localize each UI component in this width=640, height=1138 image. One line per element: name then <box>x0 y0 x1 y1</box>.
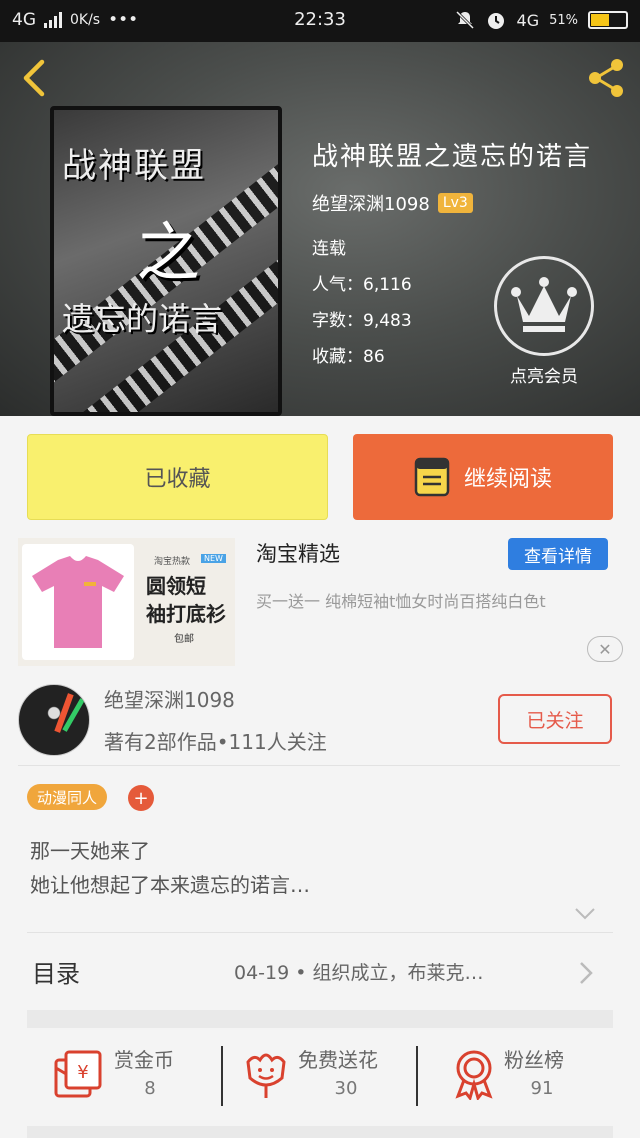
divider <box>416 1046 418 1106</box>
book-cover[interactable]: 战神联盟 之 遗忘的诺言 <box>50 106 282 416</box>
ad-image-line1: 圆领短 <box>146 574 206 598</box>
book-header: 战神联盟 之 遗忘的诺言 战神联盟之遗忘的诺言 绝望深渊1098 Lv3 连载 … <box>0 42 640 416</box>
favorite-count: 收藏：86 <box>312 347 385 367</box>
medal-icon <box>455 1050 493 1100</box>
serial-status: 连载 <box>312 239 346 259</box>
ad-title: 淘宝精选 <box>256 542 340 566</box>
section-separator <box>27 1126 613 1138</box>
author-line: 绝望深渊1098 Lv3 <box>312 190 473 216</box>
continue-reading-button[interactable]: 继续阅读 <box>353 434 613 520</box>
section-separator <box>27 1010 613 1028</box>
book-title: 战神联盟之遗忘的诺言 <box>312 142 593 172</box>
ad-description[interactable]: 买一送一 纯棉短袖t恤女时尚百搭纯白色t <box>256 588 616 616</box>
network-indicator-right: 4G <box>516 10 540 30</box>
battery-icon <box>588 11 628 29</box>
vip-label: 点亮会员 <box>510 367 578 387</box>
flower-icon <box>246 1053 286 1098</box>
continue-reading-label: 继续阅读 <box>463 467 552 492</box>
share-button[interactable] <box>582 54 630 102</box>
vip-button[interactable] <box>494 256 594 356</box>
chevron-down-icon <box>575 908 595 920</box>
fan-ranking-button[interactable]: 粉丝榜 91 <box>448 1044 598 1108</box>
back-button[interactable] <box>16 58 56 98</box>
book-icon <box>414 457 450 497</box>
add-tag-button[interactable]: + <box>128 785 154 811</box>
tag-pill[interactable]: 动漫同人 <box>27 784 108 810</box>
follow-button[interactable]: 已关注 <box>498 694 612 744</box>
send-flowers-count: 30 <box>334 1078 358 1099</box>
word-count: 字数：9,483 <box>312 311 412 331</box>
status-bar: 4G 0K/s ••• 22:33 4G 51% <box>0 0 640 42</box>
cover-title-line3: 遗忘的诺言 <box>62 300 223 338</box>
chevron-left-icon <box>23 59 45 97</box>
divider <box>221 1046 223 1106</box>
divider <box>27 932 613 933</box>
synopsis: 那一天她来了 她让他想起了本来遗忘的诺言… <box>30 834 310 902</box>
fan-ranking-label: 粉丝榜 <box>504 1048 564 1072</box>
expand-synopsis-button[interactable] <box>574 906 596 925</box>
share-icon <box>589 59 623 97</box>
ad-image[interactable]: 淘宝热款 NEW 圆领短 袖打底衫 包邮 <box>18 538 235 666</box>
send-flowers-button[interactable]: 免费送花 30 <box>240 1044 410 1108</box>
ad-image-line2: 袖打底衫 <box>146 602 226 626</box>
divider <box>18 765 620 766</box>
reward-coins-count: 8 <box>144 1078 156 1099</box>
popularity: 人气：6,116 <box>312 275 412 295</box>
fan-ranking-count: 91 <box>530 1078 554 1099</box>
toc-label[interactable]: 目录 <box>32 954 80 989</box>
reward-coins-label: 赏金币 <box>114 1048 174 1072</box>
toc-arrow-button[interactable] <box>578 960 594 990</box>
collected-button[interactable]: 已收藏 <box>27 434 328 520</box>
ad-image-tag: 淘宝热款 <box>154 557 191 567</box>
svg-text:¥: ¥ <box>77 1062 88 1083</box>
author-name[interactable]: 绝望深渊1098 <box>312 190 430 216</box>
ad-image-line3: 包邮 <box>174 634 194 645</box>
author-avatar[interactable] <box>18 684 90 756</box>
level-badge: Lv3 <box>437 193 473 213</box>
author-card-stats: 著有2部作品•111人关注 <box>104 730 327 754</box>
tshirt-icon <box>32 556 124 648</box>
send-flowers-label: 免费送花 <box>298 1048 378 1072</box>
alarm-icon <box>487 13 504 29</box>
synopsis-line1: 那一天她来了 <box>30 839 150 863</box>
reward-coins-button[interactable]: ¥ 赏金币 8 <box>52 1044 202 1108</box>
ad-close-button[interactable]: ✕ <box>587 636 623 662</box>
synopsis-line2: 她让他想起了本来遗忘的诺言… <box>30 873 310 897</box>
collected-label: 已收藏 <box>144 467 211 492</box>
cover-title-line1: 战神联盟 <box>62 146 206 186</box>
battery-percent: 51% <box>549 12 578 28</box>
ad-details-button[interactable]: 查看详情 <box>508 538 608 570</box>
author-card-name[interactable]: 绝望深渊1098 <box>104 684 235 713</box>
chevron-right-icon <box>580 962 593 984</box>
mute-icon <box>455 10 474 30</box>
ad-image-tag2: NEW <box>201 554 226 563</box>
crown-icon <box>511 277 577 332</box>
toc-latest-chapter[interactable]: 04-19 • 组织成立，布莱克… <box>234 958 484 985</box>
cover-title-line2: 之 <box>136 217 200 291</box>
red-envelope-icon: ¥ <box>54 1050 102 1098</box>
